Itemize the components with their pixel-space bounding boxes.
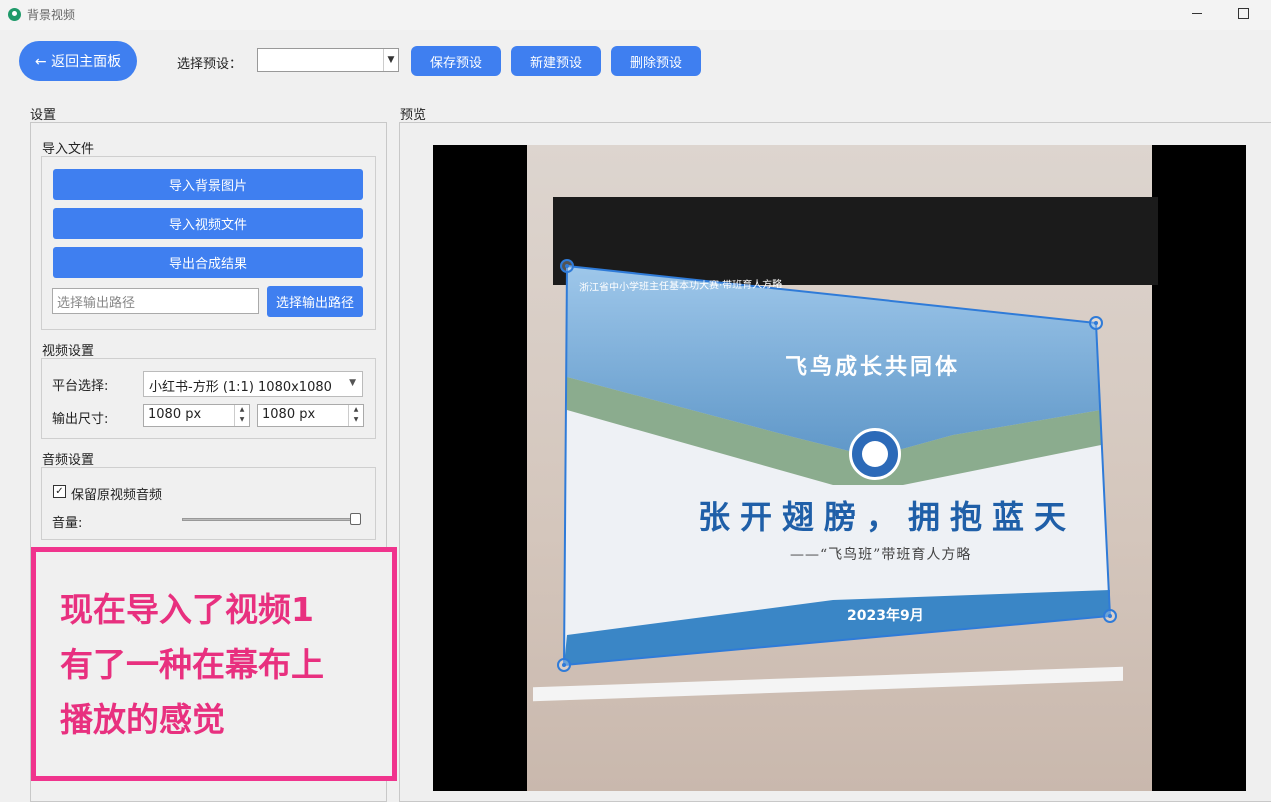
platform-select[interactable]: 小红书-方形 (1:1) 1080x1080 ▼ [143, 371, 363, 397]
settings-title: 设置 [30, 108, 57, 123]
platform-label: 平台选择: [52, 379, 109, 394]
height-spinbox[interactable]: 1080 px ▲ ▼ [257, 404, 364, 427]
corner-handle-bottom-right[interactable] [1103, 609, 1117, 623]
save-preset-button[interactable]: 保存预设 [411, 46, 501, 76]
audio-group [41, 467, 376, 540]
volume-label: 音量: [52, 516, 83, 531]
annotation-box: 现在导入了视频1 有了一种在幕布上 播放的感觉 [31, 547, 397, 781]
maximize-icon[interactable] [1238, 8, 1249, 19]
title-bar: 背景视频 [0, 0, 1271, 30]
app-icon [8, 8, 21, 21]
annotation-line: 有了一种在幕布上 [60, 645, 324, 684]
volume-slider-handle[interactable] [350, 513, 361, 525]
video-preview[interactable]: 浙江省中小学班主任基本功大赛·带班育人方略 飞鸟成长共同体 张开翅膀，拥抱蓝天 … [433, 145, 1246, 791]
annotation-line: 现在导入了视频1 [60, 590, 314, 629]
annotation-text: 现在导入了视频1 有了一种在幕布上 播放的感觉 [60, 582, 400, 747]
output-size-label: 输出尺寸: [52, 412, 109, 427]
height-value: 1080 px [262, 407, 316, 422]
annotation-line: 播放的感觉 [60, 700, 225, 739]
audio-section-title: 音频设置 [42, 453, 95, 468]
projection-quad [562, 264, 1112, 667]
delete-preset-button[interactable]: 删除预设 [611, 46, 701, 76]
preset-select[interactable]: ▼ [257, 48, 399, 72]
export-result-button[interactable]: 导出合成结果 [53, 247, 363, 278]
width-value: 1080 px [148, 407, 202, 422]
slide-title-text: 飞鸟成长共同体 [785, 354, 961, 380]
import-background-button[interactable]: 导入背景图片 [53, 169, 363, 200]
new-preset-button[interactable]: 新建预设 [511, 46, 601, 76]
width-spinbox[interactable]: 1080 px ▲ ▼ [143, 404, 250, 427]
stepper-icon[interactable]: ▲ ▼ [348, 405, 363, 426]
import-video-button[interactable]: 导入视频文件 [53, 208, 363, 239]
video-section-title: 视频设置 [42, 344, 95, 359]
platform-select-value: 小红书-方形 (1:1) 1080x1080 [149, 380, 332, 395]
window-title: 背景视频 [27, 8, 76, 22]
slide-subtitle-text: ——“飞鸟班”带班育人方略 [790, 547, 972, 563]
back-to-main-button[interactable]: ← 返回主面板 [19, 41, 137, 81]
corner-handle-top-right[interactable] [1089, 316, 1103, 330]
slide-main-text: 张开翅膀，拥抱蓝天 [698, 498, 1077, 536]
school-logo [849, 428, 901, 480]
slide-date-text: 2023年9月 [847, 608, 924, 624]
corner-handle-top-left[interactable] [560, 259, 574, 273]
import-section-title: 导入文件 [42, 142, 95, 157]
corner-handle-bottom-left[interactable] [557, 658, 571, 672]
keep-audio-checkbox[interactable]: ✓ [53, 485, 66, 498]
chevron-down-icon[interactable]: ▼ [383, 49, 398, 71]
volume-slider[interactable] [182, 518, 360, 521]
preset-label: 选择预设： [177, 57, 243, 72]
output-path-input[interactable]: 选择输出路径 [52, 288, 259, 314]
choose-output-path-button[interactable]: 选择输出路径 [267, 286, 363, 317]
preview-title: 预览 [400, 108, 427, 123]
chevron-down-icon: ▼ [349, 378, 356, 388]
minimize-icon[interactable] [1192, 13, 1202, 14]
keep-audio-label: 保留原视频音频 [71, 488, 163, 503]
stepper-icon[interactable]: ▲ ▼ [234, 405, 249, 426]
